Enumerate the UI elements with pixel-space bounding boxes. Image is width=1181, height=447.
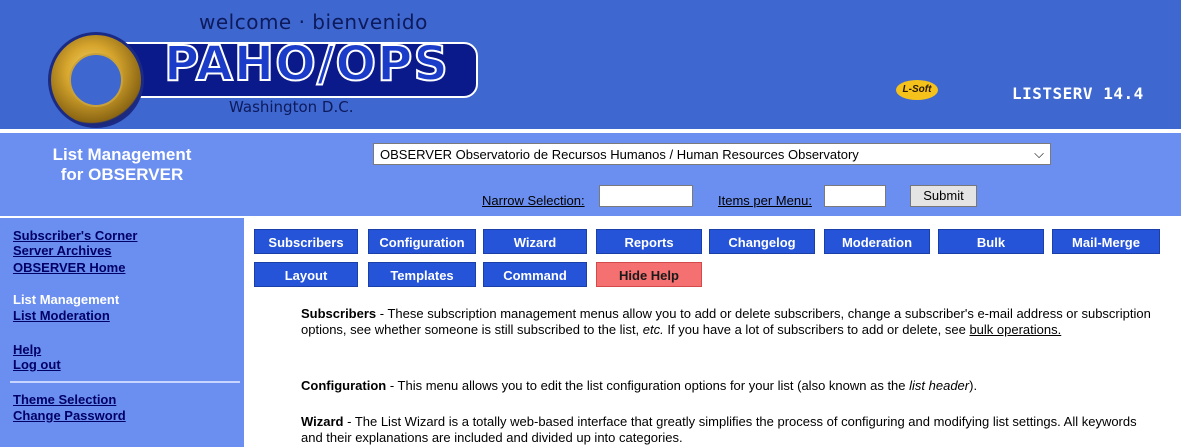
page-title: List Management for OBSERVER bbox=[0, 145, 244, 185]
lsoft-logo[interactable]: L-Soft bbox=[896, 80, 938, 100]
sidebar-item-list-management: List Management bbox=[13, 292, 120, 307]
items-per-menu-label[interactable]: Items per Menu: bbox=[718, 193, 812, 208]
page-title-line1: List Management bbox=[52, 145, 192, 164]
help-subscribers: Subscribers - These subscription managem… bbox=[301, 306, 1161, 338]
location-text: Washington D.C. bbox=[229, 98, 354, 116]
nav-hide-help-button[interactable]: Hide Help bbox=[596, 262, 702, 287]
globe-inner bbox=[69, 53, 123, 107]
narrow-selection-input[interactable] bbox=[599, 185, 693, 207]
header-banner: welcome · bienvenido PAHO/OPS Washington… bbox=[0, 0, 1181, 131]
sidebar-item-change-password[interactable]: Change Password bbox=[13, 408, 126, 423]
help-subscribers-etc: etc. bbox=[642, 322, 664, 337]
help-wizard-text: - The List Wizard is a totally web-based… bbox=[301, 414, 1137, 445]
welcome-text: welcome · bienvenido bbox=[199, 10, 428, 34]
sidebar-item-observer-home[interactable]: OBSERVER Home bbox=[13, 260, 125, 275]
help-configuration-text: - This menu allows you to edit the list … bbox=[386, 378, 910, 393]
nav-layout-button[interactable]: Layout bbox=[254, 262, 358, 287]
help-wizard: Wizard - The List Wizard is a totally we… bbox=[301, 414, 1161, 446]
nav-bulk-button[interactable]: Bulk bbox=[938, 229, 1044, 254]
help-wizard-title: Wizard bbox=[301, 414, 344, 429]
nav-templates-button[interactable]: Templates bbox=[368, 262, 476, 287]
sidebar-item-theme-selection[interactable]: Theme Selection bbox=[13, 392, 116, 407]
help-configuration-title: Configuration bbox=[301, 378, 387, 393]
nav-command-button[interactable]: Command bbox=[483, 262, 587, 287]
help-subscribers-title: Subscribers bbox=[301, 306, 377, 321]
sidebar-item-logout[interactable]: Log out bbox=[13, 357, 61, 372]
product-version: LISTSERV 14.4 bbox=[1012, 84, 1144, 103]
sidebar-item-help[interactable]: Help bbox=[13, 342, 41, 357]
paho-ops-logo[interactable]: welcome · bienvenido PAHO/OPS Washington… bbox=[14, 6, 484, 128]
list-management-bar: List Management for OBSERVER OBSERVER Ob… bbox=[0, 133, 1181, 216]
page-title-line2: for OBSERVER bbox=[60, 165, 184, 184]
nav-wizard-button[interactable]: Wizard bbox=[483, 229, 587, 254]
sidebar-item-server-archives[interactable]: Server Archives bbox=[13, 243, 112, 258]
nav-changelog-button[interactable]: Changelog bbox=[709, 229, 815, 254]
sidebar-item-subscribers-corner[interactable]: Subscriber's Corner bbox=[13, 228, 137, 243]
sidebar-divider bbox=[10, 381, 240, 383]
narrow-selection-label[interactable]: Narrow Selection: bbox=[482, 193, 585, 208]
items-per-menu-input[interactable] bbox=[824, 185, 886, 207]
nav-mail-merge-button[interactable]: Mail-Merge bbox=[1052, 229, 1160, 254]
help-configuration: Configuration - This menu allows you to … bbox=[301, 378, 1161, 394]
chevron-down-icon: ⌵ bbox=[1034, 146, 1044, 161]
list-selector[interactable]: OBSERVER Observatorio de Recursos Humano… bbox=[373, 143, 1051, 165]
help-subscribers-text-b: If you have a lot of subscribers to add … bbox=[663, 322, 970, 337]
logo-text: PAHO/OPS bbox=[163, 35, 449, 93]
nav-subscribers-button[interactable]: Subscribers bbox=[254, 229, 358, 254]
submit-button[interactable]: Submit bbox=[910, 185, 977, 207]
nav-reports-button[interactable]: Reports bbox=[596, 229, 702, 254]
help-configuration-end: ). bbox=[969, 378, 978, 393]
bulk-operations-link[interactable]: bulk operations. bbox=[969, 322, 1061, 337]
globe-emblem-icon bbox=[48, 32, 144, 128]
list-selector-value: OBSERVER Observatorio de Recursos Humano… bbox=[380, 147, 859, 162]
sidebar-item-list-moderation[interactable]: List Moderation bbox=[13, 308, 110, 323]
help-configuration-italic: list header bbox=[909, 378, 970, 393]
sidebar: Subscriber's Corner Server Archives OBSE… bbox=[0, 218, 244, 447]
nav-configuration-button[interactable]: Configuration bbox=[368, 229, 476, 254]
nav-moderation-button[interactable]: Moderation bbox=[824, 229, 930, 254]
